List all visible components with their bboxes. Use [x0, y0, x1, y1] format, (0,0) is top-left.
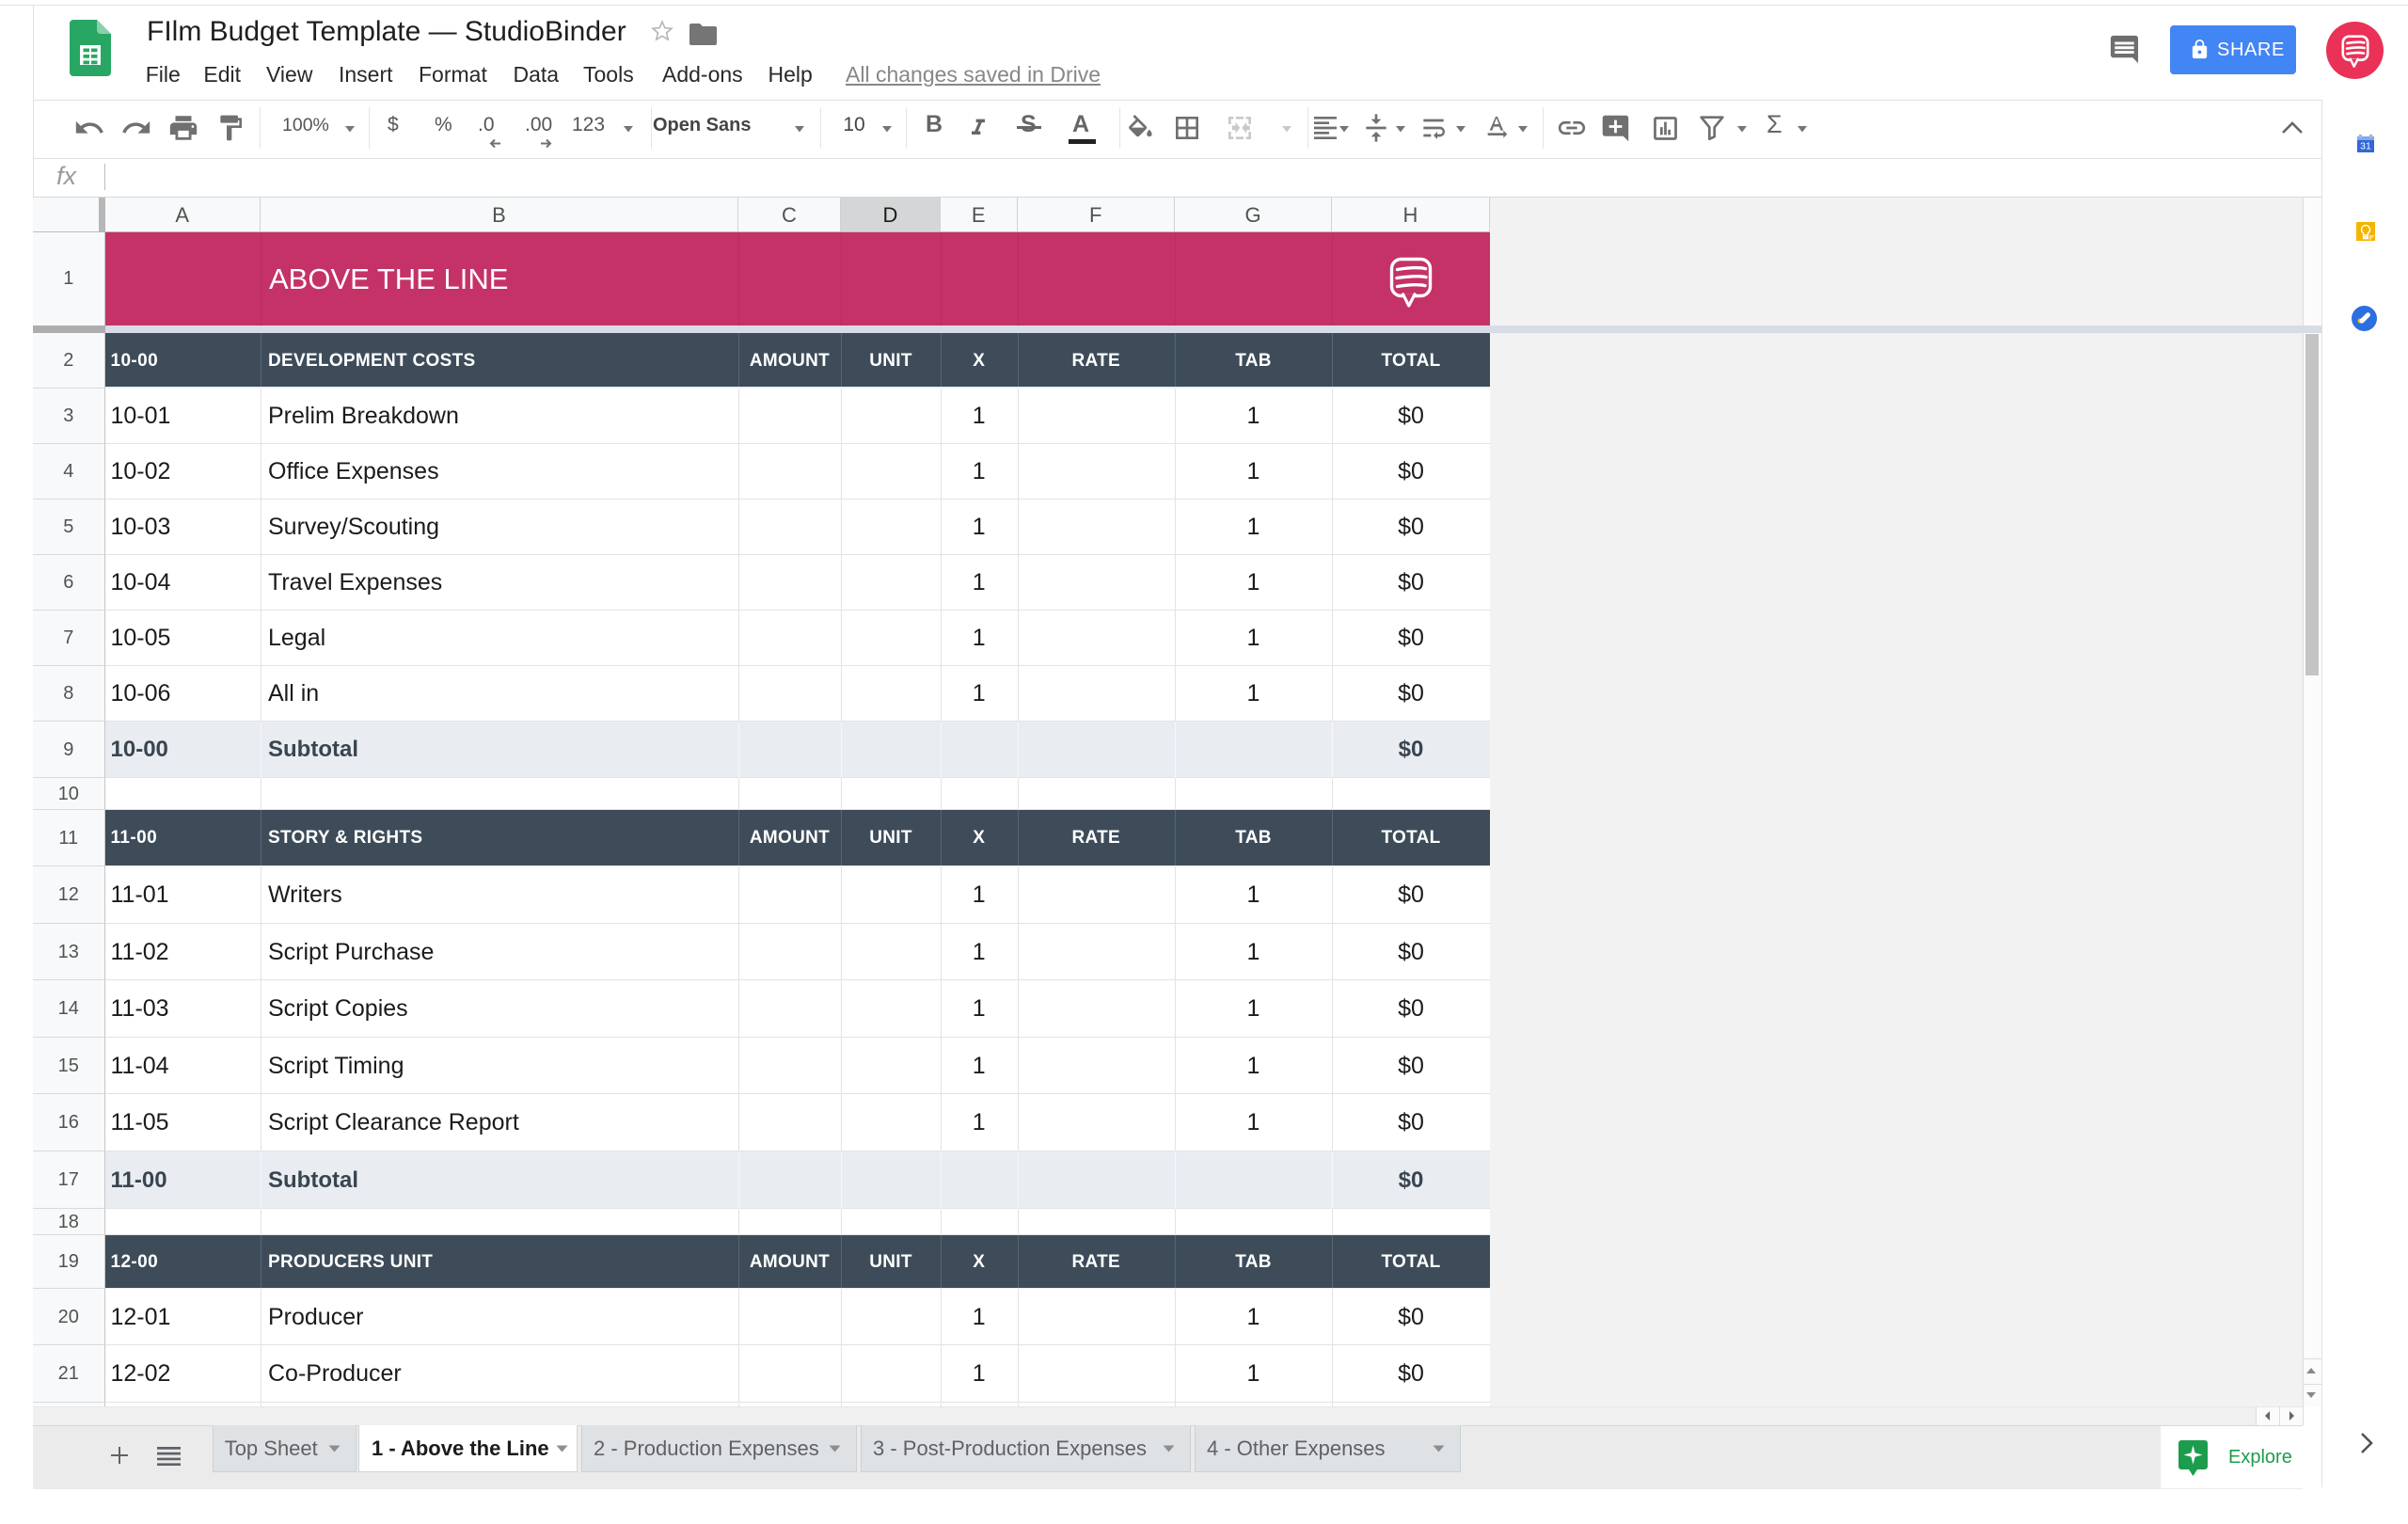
- svg-text:31: 31: [2360, 141, 2371, 152]
